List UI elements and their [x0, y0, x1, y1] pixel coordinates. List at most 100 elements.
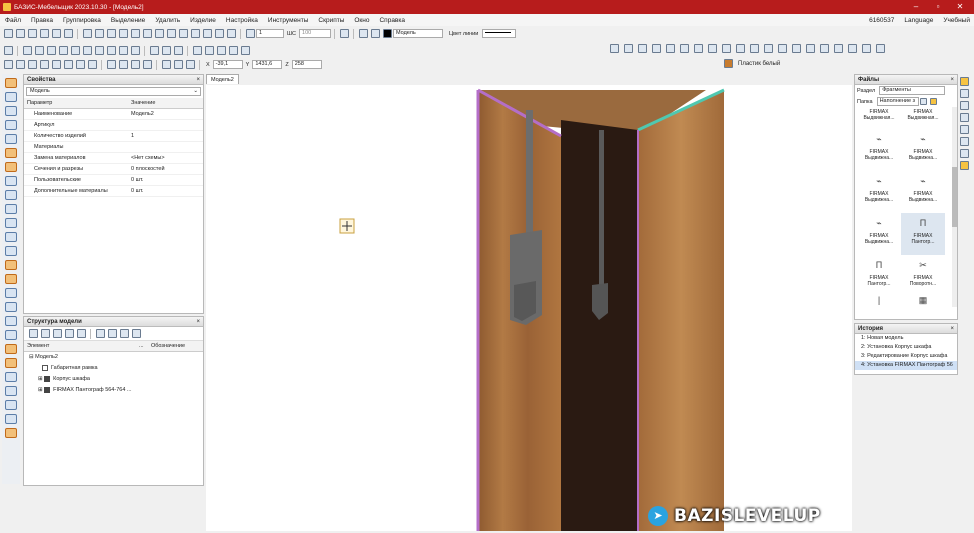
file-item[interactable]: ⌁ FIRMAX Выдвижна... [857, 171, 901, 213]
close-icon[interactable]: × [950, 324, 954, 334]
file-item-selected[interactable]: Π FIRMAX Пантогр... [901, 213, 945, 255]
minimize-button[interactable]: – [910, 2, 922, 12]
copy-icon[interactable] [202, 29, 212, 38]
panel-vertical-icon[interactable] [51, 60, 61, 69]
menu-settings[interactable]: Настройка [221, 17, 263, 24]
color-swatch[interactable] [382, 29, 392, 38]
filter-icon[interactable] [40, 329, 50, 338]
panel-horizontal-icon[interactable] [39, 60, 49, 69]
niche-icon[interactable] [791, 44, 801, 53]
menu-product[interactable]: Изделие [185, 17, 221, 24]
tool-body-icon[interactable] [5, 148, 17, 158]
offset-icon[interactable] [130, 46, 140, 55]
tool-render-icon[interactable] [5, 358, 17, 368]
panel-drill-icon[interactable] [87, 60, 97, 69]
material-indicator[interactable]: Пластик белый [722, 59, 780, 68]
folder-icon[interactable] [930, 98, 938, 105]
history-item[interactable]: 3: Редактирование Корпус шкафа [855, 352, 957, 361]
z-field[interactable]: 258 [291, 60, 322, 69]
property-row[interactable]: Замена материалов <Нет схемы> [24, 153, 203, 164]
viewport-3d[interactable] [206, 85, 852, 531]
close-icon[interactable]: × [950, 75, 954, 85]
file-item[interactable]: ⌁ FIRMAX Выдвижна... [901, 129, 945, 171]
tool-section-icon[interactable] [5, 372, 17, 382]
arc-icon[interactable] [58, 46, 68, 55]
line-icon[interactable] [22, 46, 32, 55]
snap-grid-icon[interactable] [240, 46, 250, 55]
eye-icon[interactable] [107, 329, 117, 338]
panel-right-icon[interactable] [651, 44, 661, 53]
print-preview-icon[interactable] [339, 29, 349, 38]
tool-rotate-icon[interactable] [5, 134, 17, 144]
partition-icon[interactable] [763, 44, 773, 53]
history-item[interactable]: 2: Установка Корпус шкафа [855, 343, 957, 352]
undo-icon[interactable] [51, 29, 61, 38]
tool-dim-icon[interactable] [5, 302, 17, 312]
menu-edit[interactable]: Правка [26, 17, 58, 24]
tool-material-icon[interactable] [5, 162, 17, 172]
x-field[interactable]: -39,1 [212, 60, 243, 69]
folder-strip-icon[interactable] [960, 77, 969, 86]
language-menu[interactable]: Language [904, 17, 933, 24]
text-icon[interactable] [173, 46, 183, 55]
sort-icon[interactable] [64, 329, 74, 338]
file-item[interactable]: ⌁ FIRMAX Выдвижна... [857, 129, 901, 171]
panel-side-icon[interactable] [27, 60, 37, 69]
files-scrollbar[interactable] [952, 107, 957, 307]
tree-item[interactable]: Габаритная рамка [24, 363, 203, 374]
properties-selector[interactable]: Модель ⌄ [26, 87, 201, 96]
file-item[interactable]: Π FIRMAX Пантогр... [857, 255, 901, 297]
tool-light-icon[interactable] [5, 260, 17, 270]
panel-std-icon[interactable] [609, 44, 619, 53]
tool-export-icon[interactable] [5, 428, 17, 438]
handle-icon[interactable] [142, 60, 152, 69]
lock-icon[interactable] [370, 29, 380, 38]
tree-item[interactable]: ⊞ Корпус шкафа [24, 374, 203, 385]
sum-strip-icon[interactable] [960, 125, 969, 134]
property-row[interactable]: Наименование Модель2 [24, 109, 203, 120]
tool-paint-icon[interactable] [5, 274, 17, 284]
expand-icon[interactable] [28, 329, 38, 338]
move-icon[interactable] [154, 29, 164, 38]
tree-item[interactable]: ⊞ FIRMAX Пантограф 564-764 ... [24, 385, 203, 396]
tool-search-icon[interactable] [5, 400, 17, 410]
file-item[interactable]: ⌁ FIRMAX Выдвижна... [857, 213, 901, 255]
settings-icon[interactable] [131, 329, 141, 338]
tool-measure-icon[interactable] [5, 386, 17, 396]
panel-front-std-icon[interactable] [623, 44, 633, 53]
panel-top-icon[interactable] [665, 44, 675, 53]
trim-icon[interactable] [82, 46, 92, 55]
view-3d-icon[interactable] [161, 60, 171, 69]
tool-grid-icon[interactable] [5, 218, 17, 228]
rect-icon[interactable] [70, 46, 80, 55]
new-file-icon[interactable] [3, 29, 13, 38]
leg-icon[interactable] [833, 44, 843, 53]
property-row[interactable]: Сечения и разрезы 0 плоскостей [24, 164, 203, 175]
line-style-select[interactable] [482, 29, 517, 38]
tool-box-icon[interactable] [5, 120, 17, 130]
tool-panel-side-icon[interactable] [5, 106, 17, 116]
file-item[interactable]: ⌁ FIRMAX Выдвижна... [901, 171, 945, 213]
panel-back-icon[interactable] [693, 44, 703, 53]
folder-up-icon[interactable] [920, 98, 928, 105]
cursor-icon[interactable] [3, 46, 13, 55]
tool-cube-2-icon[interactable] [5, 190, 17, 200]
calc-strip-icon[interactable] [960, 113, 969, 122]
ruler-icon[interactable] [190, 29, 200, 38]
property-row[interactable]: Дополнительные материалы 0 шт. [24, 186, 203, 197]
menu-help[interactable]: Справка [374, 17, 410, 24]
dim-icon[interactable] [149, 46, 159, 55]
frame-std-icon[interactable] [777, 44, 787, 53]
layer-field[interactable]: 1 [256, 29, 284, 38]
frame-icon[interactable] [106, 29, 116, 38]
tree-root[interactable]: ⊟ Модель2 [24, 352, 203, 363]
scale-icon[interactable] [142, 29, 152, 38]
folder-select[interactable]: Наполнение з [876, 97, 919, 106]
snap-icon[interactable] [226, 29, 236, 38]
y-field[interactable]: 1431,6 [252, 60, 283, 69]
file-item-partial[interactable]: | [857, 293, 901, 307]
body-icon[interactable] [118, 60, 128, 69]
circle-icon[interactable] [46, 46, 56, 55]
tool-pan-icon[interactable] [5, 330, 17, 340]
fillet-icon[interactable] [106, 46, 116, 55]
